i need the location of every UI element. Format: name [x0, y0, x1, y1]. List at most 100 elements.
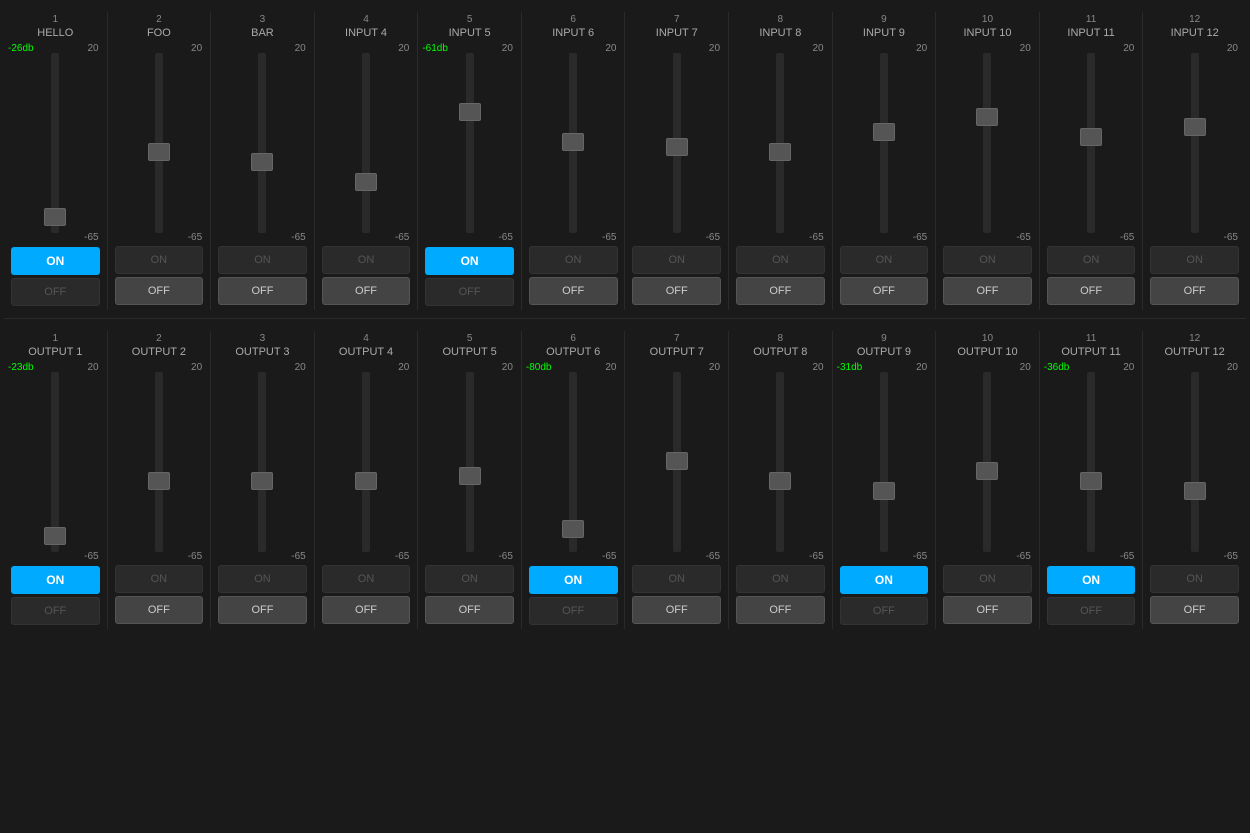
- channel-name: INPUT 5: [420, 27, 519, 39]
- on-button[interactable]: ON: [115, 565, 204, 593]
- off-button[interactable]: OFF: [632, 277, 721, 305]
- fader-track: [258, 53, 266, 233]
- fader-handle[interactable]: [873, 482, 895, 500]
- fader-handle[interactable]: [251, 153, 273, 171]
- on-button[interactable]: ON: [218, 565, 307, 593]
- channel-7: 7 OUTPUT 7 20 -65 ON OFF: [625, 331, 729, 629]
- channel-4: 4 INPUT 4 20 -65 ON OFF: [315, 12, 419, 310]
- fader-handle[interactable]: [459, 103, 481, 121]
- channel-number: 6: [524, 333, 623, 344]
- inputs-title: [0, 0, 1250, 12]
- on-button[interactable]: ON: [11, 566, 100, 594]
- fader-handle[interactable]: [769, 472, 791, 490]
- fader-max: 20: [1123, 43, 1134, 54]
- on-button[interactable]: ON: [1150, 565, 1239, 593]
- fader-handle[interactable]: [1184, 482, 1206, 500]
- off-button[interactable]: OFF: [840, 597, 929, 625]
- off-button[interactable]: OFF: [1047, 277, 1136, 305]
- fader-handle[interactable]: [666, 138, 688, 156]
- channel-5: 5 OUTPUT 5 20 -65 ON OFF: [418, 331, 522, 629]
- on-button[interactable]: ON: [425, 247, 514, 275]
- fader-track: [51, 372, 59, 552]
- fader-max: 20: [1227, 362, 1238, 373]
- fader-handle[interactable]: [251, 472, 273, 490]
- fader-handle[interactable]: [44, 208, 66, 226]
- fader-handle[interactable]: [666, 452, 688, 470]
- off-button[interactable]: OFF: [218, 596, 307, 624]
- fader-handle[interactable]: [1080, 128, 1102, 146]
- on-button[interactable]: ON: [840, 566, 929, 594]
- on-button[interactable]: ON: [736, 246, 825, 274]
- fader-handle[interactable]: [1184, 118, 1206, 136]
- fader-handle[interactable]: [562, 133, 584, 151]
- off-button[interactable]: OFF: [736, 277, 825, 305]
- off-button[interactable]: OFF: [1047, 597, 1136, 625]
- off-button[interactable]: OFF: [322, 277, 411, 305]
- channel-name: INPUT 10: [938, 27, 1037, 39]
- fader-handle[interactable]: [873, 123, 895, 141]
- on-button[interactable]: ON: [1150, 246, 1239, 274]
- on-button[interactable]: ON: [322, 246, 411, 274]
- off-button[interactable]: OFF: [632, 596, 721, 624]
- off-button[interactable]: OFF: [1150, 596, 1239, 624]
- fader-handle[interactable]: [769, 143, 791, 161]
- channel-number: 11: [1042, 14, 1141, 25]
- fader-min: -65: [395, 551, 409, 562]
- channel-2: 2 OUTPUT 2 20 -65 ON OFF: [108, 331, 212, 629]
- fader-area: -26db 20 -65: [6, 43, 105, 243]
- fader-handle[interactable]: [976, 108, 998, 126]
- on-button[interactable]: ON: [529, 246, 618, 274]
- off-button[interactable]: OFF: [115, 277, 204, 305]
- channel-name: OUTPUT 5: [420, 346, 519, 358]
- fader-area: -23db 20 -65: [6, 362, 105, 562]
- fader-handle[interactable]: [976, 462, 998, 480]
- channel-number: 4: [317, 14, 416, 25]
- fader-max: 20: [1020, 362, 1031, 373]
- on-button[interactable]: ON: [943, 246, 1032, 274]
- fader-handle[interactable]: [1080, 472, 1102, 490]
- on-button[interactable]: ON: [943, 565, 1032, 593]
- channel-name: FOO: [110, 27, 209, 39]
- off-button[interactable]: OFF: [425, 278, 514, 306]
- off-button[interactable]: OFF: [943, 596, 1032, 624]
- on-button[interactable]: ON: [1047, 246, 1136, 274]
- fader-handle[interactable]: [148, 472, 170, 490]
- fader-handle[interactable]: [148, 143, 170, 161]
- off-button[interactable]: OFF: [736, 596, 825, 624]
- on-button[interactable]: ON: [425, 565, 514, 593]
- fader-handle[interactable]: [355, 173, 377, 191]
- fader-max: 20: [502, 362, 513, 373]
- channel-number: 3: [213, 14, 312, 25]
- fader-max: 20: [295, 43, 306, 54]
- on-button[interactable]: ON: [218, 246, 307, 274]
- fader-handle[interactable]: [355, 472, 377, 490]
- off-button[interactable]: OFF: [322, 596, 411, 624]
- off-button[interactable]: OFF: [11, 597, 100, 625]
- off-button[interactable]: OFF: [529, 597, 618, 625]
- on-button[interactable]: ON: [840, 246, 929, 274]
- on-button[interactable]: ON: [529, 566, 618, 594]
- channel-10: 10 OUTPUT 10 20 -65 ON OFF: [936, 331, 1040, 629]
- fader-handle[interactable]: [459, 467, 481, 485]
- fader-handle[interactable]: [562, 520, 584, 538]
- fader-area: -80db 20 -65: [524, 362, 623, 562]
- fader-track: [776, 372, 784, 552]
- on-button[interactable]: ON: [11, 247, 100, 275]
- on-button[interactable]: ON: [115, 246, 204, 274]
- on-button[interactable]: ON: [322, 565, 411, 593]
- fader-handle[interactable]: [44, 527, 66, 545]
- fader-min: -65: [809, 232, 823, 243]
- channel-1: 1 OUTPUT 1 -23db 20 -65 ON OFF: [4, 331, 108, 629]
- on-button[interactable]: ON: [736, 565, 825, 593]
- off-button[interactable]: OFF: [529, 277, 618, 305]
- on-button[interactable]: ON: [632, 565, 721, 593]
- off-button[interactable]: OFF: [840, 277, 929, 305]
- off-button[interactable]: OFF: [115, 596, 204, 624]
- off-button[interactable]: OFF: [11, 278, 100, 306]
- off-button[interactable]: OFF: [1150, 277, 1239, 305]
- off-button[interactable]: OFF: [943, 277, 1032, 305]
- on-button[interactable]: ON: [632, 246, 721, 274]
- off-button[interactable]: OFF: [218, 277, 307, 305]
- on-button[interactable]: ON: [1047, 566, 1136, 594]
- off-button[interactable]: OFF: [425, 596, 514, 624]
